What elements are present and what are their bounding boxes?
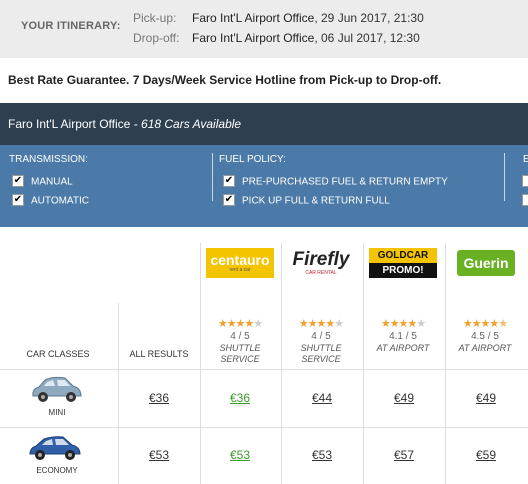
service-line: AT AIRPORT <box>458 343 512 353</box>
rating-stars: ★★★★★ <box>462 318 508 330</box>
checkbox-icon[interactable] <box>522 175 528 187</box>
filter-divider <box>504 153 505 201</box>
price-goldcar[interactable]: €57 <box>364 448 444 462</box>
dropoff-location: Faro Int'L Airport Office <box>192 31 315 45</box>
location-bar: Faro Int'L Airport Office - 618 Cars Ava… <box>0 103 528 145</box>
filter-automatic-label: AUTOMATIC <box>31 195 89 207</box>
dropoff-time: , 06 Jul 2017, 12:30 <box>314 31 420 45</box>
checkbox-icon[interactable]: ✔ <box>12 175 24 187</box>
rating-text: 4.5 / 5 <box>471 331 499 342</box>
dropoff-value: Faro Int'L Airport Office, 06 Jul 2017, … <box>192 31 420 45</box>
transmission-filter-title: TRANSMISSION: <box>9 154 88 165</box>
results-table: CAR CLASSES ALL RESULTS centauro rent a … <box>0 243 528 484</box>
filter-prepurchased-fuel[interactable]: ✔ PRE-PURCHASED FUEL & RETURN EMPTY <box>223 175 448 188</box>
service-type: AT AIRPORT <box>445 343 525 354</box>
service-type: SHUTTLE SERVICE <box>281 343 361 365</box>
firefly-logo-text: Firefly <box>292 249 350 270</box>
rating-text: 4 / 5 <box>230 331 250 342</box>
location-summary: Faro Int'L Airport Office - 618 Cars Ava… <box>8 117 241 131</box>
goldcar-logo-text: GOLDCAR <box>369 248 437 263</box>
filter-manual[interactable]: ✔ MANUAL <box>12 175 73 188</box>
service-type: AT AIRPORT <box>363 343 443 354</box>
centauro-logo-subtext: rent a car <box>229 267 251 273</box>
price-centauro[interactable]: €53 <box>200 448 280 462</box>
third-filter-title: E <box>523 154 528 165</box>
service-type: SHUTTLE SERVICE <box>200 343 280 365</box>
checkbox-icon[interactable]: ✔ <box>12 194 24 206</box>
filter-panel: TRANSMISSION: ✔ MANUAL ✔ AUTOMATIC FUEL PO… <box>0 145 528 227</box>
price-all-results[interactable]: €36 <box>119 391 199 405</box>
car-class-name: MINI <box>48 408 66 417</box>
pickup-label: Pick-up: <box>133 11 177 25</box>
location-separator: - <box>130 117 142 131</box>
filter-full-to-full-label: PICK UP FULL & RETURN FULL <box>242 195 390 207</box>
guerin-logo-text: Guerin <box>463 255 509 271</box>
centauro-logo[interactable]: centauro rent a car <box>206 248 274 278</box>
rating-stars: ★★★★★ <box>380 318 426 330</box>
price-firefly[interactable]: €53 <box>282 448 362 462</box>
checkbox-icon[interactable]: ✔ <box>223 175 235 187</box>
pickup-value: Faro Int'L Airport Office, 29 Jun 2017, … <box>192 11 424 25</box>
firefly-logo[interactable]: Firefly CAR RENTAL <box>287 248 355 278</box>
price-goldcar[interactable]: €49 <box>364 391 444 405</box>
filter-prepurchased-fuel-label: PRE-PURCHASED FUEL & RETURN EMPTY <box>242 176 448 188</box>
rating-text: 4 / 5 <box>311 331 331 342</box>
service-line: AT AIRPORT <box>376 343 430 353</box>
goldcar-logo[interactable]: GOLDCAR PROMO! <box>369 248 437 278</box>
price-centauro[interactable]: €36 <box>200 391 280 405</box>
economy-car-icon <box>29 436 81 460</box>
car-class-name: ECONOMY <box>36 466 78 475</box>
price-firefly[interactable]: €44 <box>282 391 362 405</box>
mini-car-icon <box>32 376 82 402</box>
centauro-logo-text: centauro <box>210 252 270 268</box>
rating-text: 4.1 / 5 <box>389 331 417 342</box>
goldcar-promo-badge: PROMO! <box>382 265 424 276</box>
itinerary-header: YOUR ITINERARY: Pick-up: Faro Int'L Airp… <box>0 0 528 58</box>
service-line: SERVICE <box>220 354 260 364</box>
checkbox-icon[interactable] <box>522 194 528 206</box>
filter-divider <box>212 153 213 201</box>
price-guerin[interactable]: €59 <box>446 448 526 462</box>
car-classes-header: CAR CLASSES <box>26 349 90 359</box>
price-all-results[interactable]: €53 <box>119 448 199 462</box>
filter-automatic[interactable]: ✔ AUTOMATIC <box>12 194 89 207</box>
checkbox-icon[interactable]: ✔ <box>223 194 235 206</box>
rating-stars: ★★★★★ <box>217 318 263 330</box>
cars-available-count: 618 Cars Available <box>141 117 242 131</box>
filter-full-to-full[interactable]: ✔ PICK UP FULL & RETURN FULL <box>223 194 390 207</box>
pickup-location: Faro Int'L Airport Office <box>192 11 315 25</box>
service-line: SHUTTLE <box>219 343 261 353</box>
itinerary-title: YOUR ITINERARY: <box>21 20 121 32</box>
rating-stars: ★★★★★ <box>298 318 344 330</box>
service-line: SERVICE <box>301 354 341 364</box>
location-name: Faro Int'L Airport Office <box>8 117 131 131</box>
pickup-time: , 29 Jun 2017, 21:30 <box>314 11 424 25</box>
fuel-filter-title: FUEL POLICY: <box>219 154 286 165</box>
guerin-logo[interactable]: Guerin <box>457 250 515 276</box>
filter-manual-label: MANUAL <box>31 176 73 188</box>
best-rate-guarantee: Best Rate Guarantee. 7 Days/Week Service… <box>8 73 442 87</box>
price-guerin[interactable]: €49 <box>446 391 526 405</box>
dropoff-label: Drop-off: <box>133 31 180 45</box>
all-results-header: ALL RESULTS <box>129 349 189 359</box>
firefly-logo-subtext: CAR RENTAL <box>305 270 337 276</box>
service-line: SHUTTLE <box>300 343 342 353</box>
